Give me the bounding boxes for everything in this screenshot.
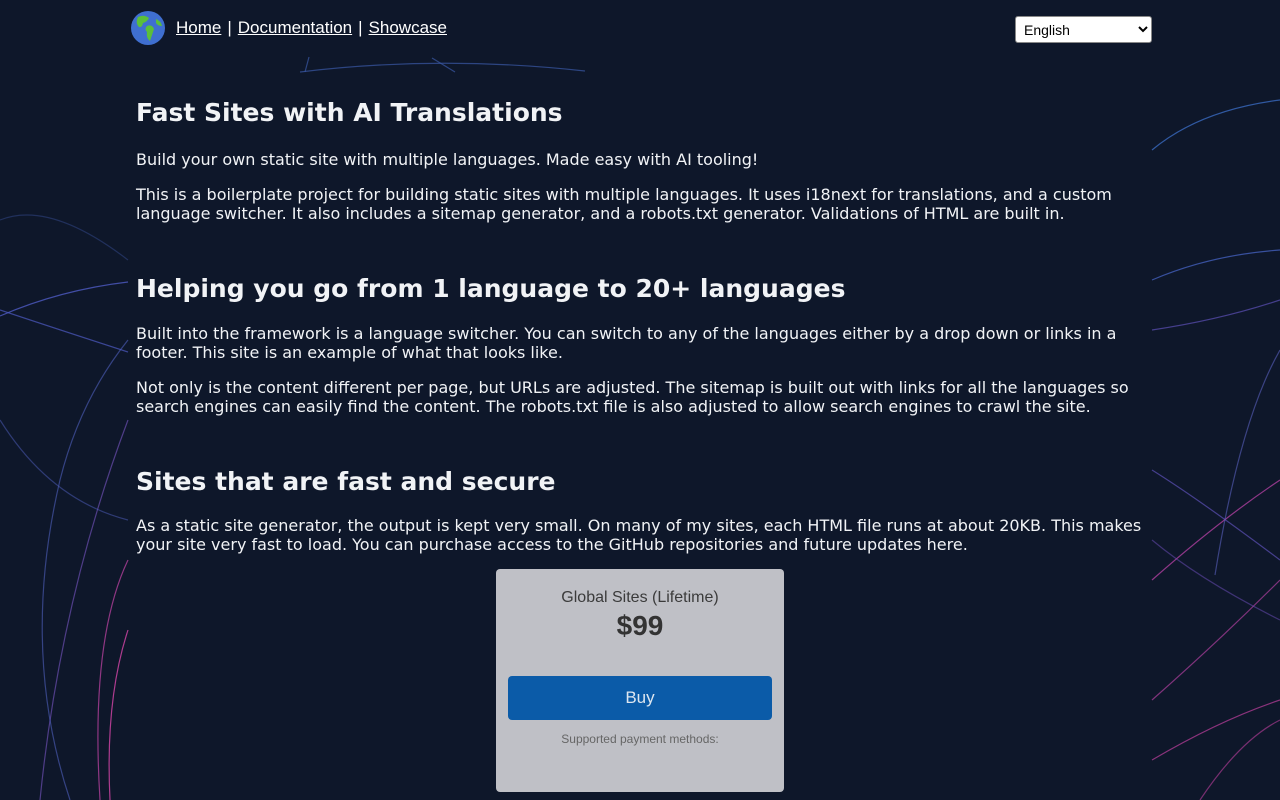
- section-title-languages: Helping you go from 1 language to 20+ la…: [136, 274, 846, 303]
- section-title-fast-secure: Sites that are fast and secure: [136, 467, 556, 496]
- payment-methods-label: Supported payment methods:: [561, 732, 719, 746]
- plan-name: Global Sites (Lifetime): [561, 589, 719, 606]
- section-paragraph: This is a boilerplate project for buildi…: [136, 185, 1112, 223]
- nav-link-home[interactable]: Home: [176, 18, 221, 37]
- nav-link-documentation[interactable]: Documentation: [238, 18, 352, 37]
- nav-separator: |: [227, 18, 232, 37]
- main-nav: Home | Documentation | Showcase: [176, 18, 447, 38]
- globe-icon[interactable]: [130, 10, 166, 46]
- section-title-ai-translations: Fast Sites with AI Translations: [136, 98, 563, 127]
- site-header: Home | Documentation | Showcase English: [130, 10, 1152, 48]
- pricing-card: Global Sites (Lifetime) $99 Buy Supporte…: [496, 569, 784, 792]
- nav-link-showcase[interactable]: Showcase: [369, 18, 447, 37]
- section-paragraph: As a static site generator, the output i…: [136, 516, 1142, 554]
- language-select[interactable]: English: [1015, 16, 1152, 43]
- section-paragraph: Not only is the content different per pa…: [136, 378, 1129, 416]
- buy-button[interactable]: Buy: [508, 676, 772, 720]
- section-paragraph: Built into the framework is a language s…: [136, 324, 1117, 362]
- nav-separator: |: [358, 18, 363, 37]
- section-paragraph: Build your own static site with multiple…: [136, 150, 759, 169]
- plan-price: $99: [616, 610, 664, 641]
